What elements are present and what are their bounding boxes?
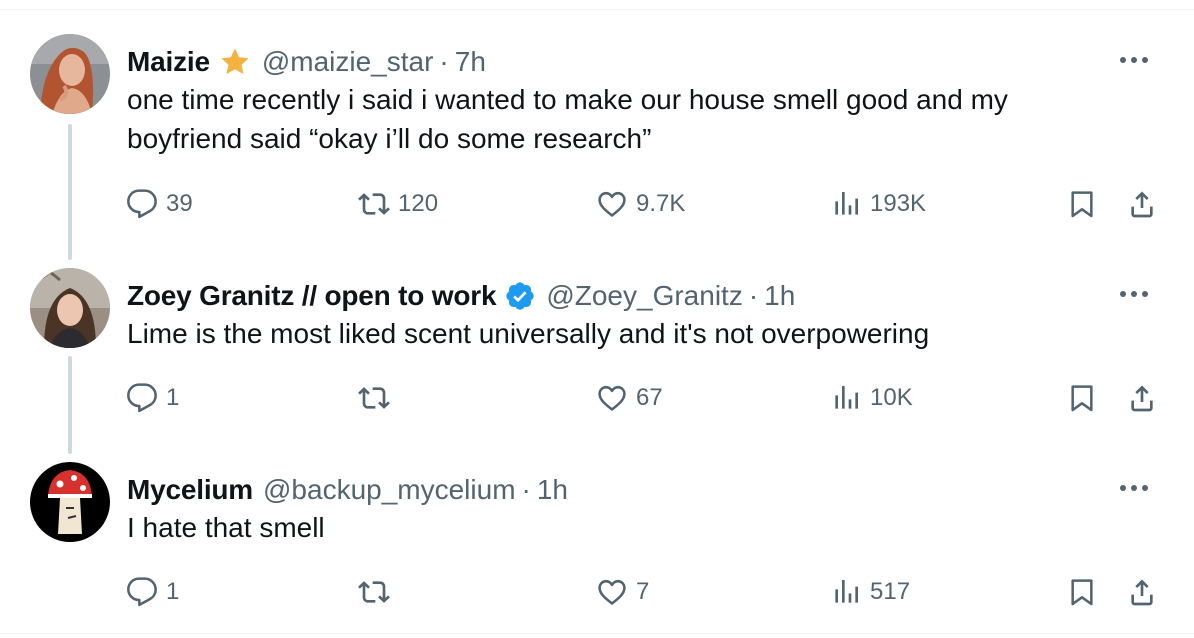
tweet-2[interactable]: Zoey Granitz // open to work @Zoey_Grani…	[0, 268, 1194, 448]
views-count: 193K	[870, 190, 927, 217]
retweet-icon	[358, 581, 390, 603]
reply-button[interactable]: 1	[126, 378, 179, 418]
bookmark-icon	[1071, 579, 1093, 606]
author-handle[interactable]: @Zoey_Granitz	[546, 280, 743, 312]
views-button[interactable]: 517	[830, 572, 910, 612]
tweet-text-line: boyfriend said “okay i’ll do some resear…	[127, 123, 652, 154]
author-name[interactable]: Zoey Granitz // open to work	[127, 280, 497, 312]
tweet-text: Lime is the most liked scent universally…	[127, 314, 1137, 353]
timestamp[interactable]: 7h	[455, 46, 486, 78]
tweet-text-line: one time recently i said i wanted to mak…	[127, 84, 1008, 115]
share-icon	[1131, 191, 1153, 218]
more-icon[interactable]	[1114, 284, 1154, 304]
tweet-text: one time recently i said i wanted to mak…	[127, 80, 1137, 158]
reply-button[interactable]: 39	[126, 184, 193, 224]
author-handle[interactable]: @backup_mycelium	[263, 474, 516, 506]
author-name[interactable]: Maizie	[127, 46, 210, 78]
like-button[interactable]: 67	[596, 378, 663, 418]
views-icon	[835, 192, 858, 215]
like-count: 7	[636, 578, 650, 605]
avatar-zoey[interactable]	[30, 268, 110, 348]
like-button[interactable]: 7	[596, 572, 649, 612]
bookmark-icon	[1071, 385, 1093, 412]
reply-button[interactable]: 1	[126, 572, 179, 612]
more-icon[interactable]	[1114, 50, 1154, 70]
dot-separator: ·	[439, 46, 449, 77]
bookmark-button[interactable]	[1066, 184, 1098, 224]
retweet-button[interactable]: 120	[358, 184, 438, 224]
views-count: 10K	[870, 384, 913, 411]
retweet-icon	[358, 387, 390, 409]
tweet-text-line: Lime is the most liked scent universally…	[127, 318, 930, 349]
views-button[interactable]: 10K	[830, 378, 913, 418]
views-button[interactable]: 193K	[830, 184, 926, 224]
retweet-button[interactable]	[358, 378, 398, 418]
tweet-3-header: Mycelium @backup_mycelium · 1h	[127, 470, 568, 510]
share-icon	[1131, 579, 1153, 606]
reply-icon	[127, 577, 157, 607]
reply-count: 1	[166, 578, 180, 605]
tweet-text: I hate that smell	[127, 508, 1137, 547]
avatar-mycelium[interactable]	[30, 462, 110, 542]
like-icon	[598, 385, 626, 411]
retweet-button[interactable]	[358, 572, 398, 612]
share-button[interactable]	[1126, 184, 1158, 224]
views-icon	[835, 580, 858, 603]
views-count: 517	[870, 578, 911, 605]
share-button[interactable]	[1126, 378, 1158, 418]
top-divider	[0, 9, 1194, 10]
tweet-3[interactable]: Mycelium @backup_mycelium · 1h I hate th…	[0, 462, 1194, 632]
bookmark-icon	[1071, 191, 1093, 218]
share-button[interactable]	[1126, 572, 1158, 612]
like-count: 9.7K	[636, 190, 686, 217]
bookmark-button[interactable]	[1066, 572, 1098, 612]
tweet-2-header: Zoey Granitz // open to work @Zoey_Grani…	[127, 276, 795, 316]
timestamp[interactable]: 1h	[764, 280, 795, 312]
like-icon	[598, 579, 626, 605]
views-icon	[835, 386, 858, 409]
bottom-divider	[0, 633, 1194, 634]
like-icon	[598, 191, 626, 217]
tweet-1-header: Maizie @maizie_star · 7h	[127, 42, 486, 82]
reply-icon	[127, 189, 157, 219]
tweet-1[interactable]: Maizie @maizie_star · 7h one time recent…	[0, 34, 1194, 234]
tweet-text-line: I hate that smell	[127, 512, 325, 543]
star-badge-icon	[218, 46, 252, 78]
author-handle[interactable]: @maizie_star	[262, 46, 434, 78]
timestamp[interactable]: 1h	[537, 474, 568, 506]
reply-count: 1	[166, 384, 180, 411]
like-count: 67	[636, 384, 663, 411]
reply-count: 39	[166, 190, 193, 217]
dot-separator: ·	[521, 474, 531, 505]
more-icon[interactable]	[1114, 478, 1154, 498]
bookmark-button[interactable]	[1066, 378, 1098, 418]
verified-badge-icon	[504, 280, 536, 312]
author-name[interactable]: Mycelium	[127, 474, 253, 506]
avatar-maizie[interactable]	[30, 34, 110, 114]
retweet-icon	[358, 193, 390, 215]
reply-icon	[127, 383, 157, 413]
like-button[interactable]: 9.7K	[596, 184, 685, 224]
share-icon	[1131, 385, 1153, 412]
dot-separator: ·	[748, 280, 759, 311]
retweet-count: 120	[398, 190, 439, 217]
